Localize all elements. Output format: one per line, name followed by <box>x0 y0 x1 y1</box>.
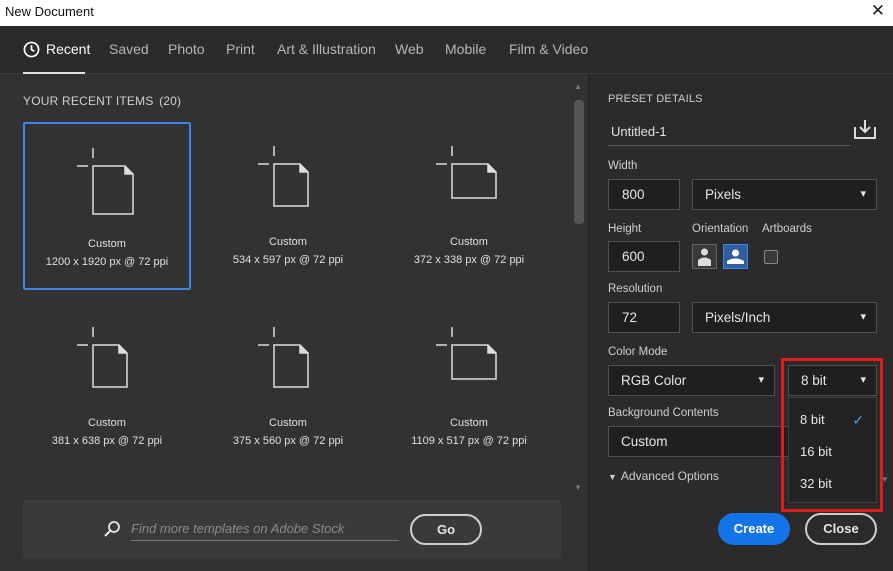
chevron-down-icon: ▾ <box>860 374 866 386</box>
portrait-document-icon <box>77 148 134 215</box>
recent-item-card[interactable]: Custom 534 x 597 px @ 72 ppi <box>204 122 372 290</box>
window-title: New Document <box>5 4 94 19</box>
artboards-label: Artboards <box>762 223 812 235</box>
height-label: Height <box>608 223 642 235</box>
tab-print[interactable]: Print <box>226 41 255 57</box>
portrait-document-icon <box>258 327 309 388</box>
bit-depth-option-label: 16 bit <box>800 444 832 459</box>
portrait-orientation-button[interactable] <box>692 244 717 269</box>
portrait-person-icon <box>698 248 711 266</box>
bit-depth-value: 8 bit <box>801 373 827 388</box>
width-unit-dropdown[interactable]: Pixels ▾ <box>692 179 877 210</box>
tab-recent[interactable]: Recent <box>46 41 90 57</box>
color-mode-dropdown[interactable]: RGB Color ▾ <box>608 365 775 396</box>
tab-web[interactable]: Web <box>395 41 424 57</box>
recent-item-dimensions: 375 x 560 px @ 72 ppi <box>232 435 344 447</box>
bit-depth-dropdown[interactable]: 8 bit ▾ <box>788 365 877 396</box>
bit-depth-option-label: 8 bit <box>800 412 825 427</box>
landscape-person-icon <box>727 249 744 264</box>
advanced-options-label: Advanced Options <box>620 469 719 483</box>
recent-items-panel: YOUR RECENT ITEMS (20) Custom 1200 x 192… <box>0 74 588 571</box>
preset-details-heading: PRESET DETAILS <box>608 93 703 105</box>
recent-item-card[interactable]: Custom 1109 x 517 px @ 72 ppi <box>385 303 553 471</box>
landscape-orientation-button[interactable] <box>723 244 748 269</box>
recent-item-dimensions: 534 x 597 px @ 72 ppi <box>232 254 344 266</box>
recent-item-dimensions: 1200 x 1920 px @ 72 ppi <box>45 256 169 268</box>
stock-search-bar: Go <box>23 500 561 558</box>
recent-item-name: Custom <box>450 236 488 248</box>
landscape-document-icon <box>436 146 497 199</box>
chevron-down-icon: ▾ <box>860 188 866 200</box>
orientation-label: Orientation <box>692 223 749 235</box>
scroll-thumb[interactable] <box>574 100 584 224</box>
bit-depth-menu: 8 bit ✓ 16 bit 32 bit <box>788 397 877 503</box>
recent-item-name: Custom <box>450 417 488 429</box>
recent-items-title: YOUR RECENT ITEMS <box>23 94 154 108</box>
background-contents-value: Custom <box>621 434 668 449</box>
color-mode-label: Color Mode <box>608 346 668 358</box>
chevron-down-icon: ▾ <box>758 374 764 386</box>
chevron-down-icon: ▾ <box>860 311 866 323</box>
tab-photo[interactable]: Photo <box>168 41 205 57</box>
recent-item-card[interactable]: Custom 381 x 638 px @ 72 ppi <box>23 303 191 471</box>
portrait-document-icon <box>258 146 309 207</box>
recent-items-heading: YOUR RECENT ITEMS (20) <box>23 94 181 108</box>
recent-item-name: Custom <box>269 236 307 248</box>
window-titlebar: New Document ✕ <box>0 0 893 26</box>
tab-film-video[interactable]: Film & Video <box>509 41 588 57</box>
recent-item-card[interactable]: Custom 372 x 338 px @ 72 ppi <box>385 122 553 290</box>
recent-item-name: Custom <box>88 238 126 250</box>
bit-depth-option-8[interactable]: 8 bit ✓ <box>789 405 876 435</box>
checkmark-icon: ✓ <box>852 412 864 428</box>
recent-item-dimensions: 381 x 638 px @ 72 ppi <box>51 435 163 447</box>
scroll-down-icon[interactable]: ▼ <box>574 483 582 492</box>
resolution-unit-dropdown[interactable]: Pixels/Inch ▾ <box>692 302 877 333</box>
chevron-down-icon: ▼ <box>608 472 617 482</box>
advanced-options-toggle[interactable]: ▼ Advanced Options <box>608 469 719 483</box>
landscape-document-icon <box>436 327 497 380</box>
document-name-field[interactable]: Untitled-1 <box>608 118 850 146</box>
go-button[interactable]: Go <box>410 514 482 545</box>
recent-item-dimensions: 1109 x 517 px @ 72 ppi <box>411 435 527 447</box>
portrait-document-icon <box>77 327 128 388</box>
recent-item-card[interactable]: Custom 1200 x 1920 px @ 72 ppi <box>23 122 191 290</box>
bit-depth-option-16[interactable]: 16 bit <box>789 437 876 467</box>
recent-item-card[interactable]: Custom 375 x 560 px @ 72 ppi <box>204 303 372 471</box>
color-mode-value: RGB Color <box>621 373 687 388</box>
recent-items-count: (20) <box>159 94 182 108</box>
resolution-unit-value: Pixels/Inch <box>705 310 771 325</box>
tab-mobile[interactable]: Mobile <box>445 41 486 57</box>
resolution-input[interactable]: 72 <box>608 302 680 333</box>
clock-icon <box>23 41 40 58</box>
close-button[interactable]: Close <box>805 513 877 545</box>
scroll-up-icon[interactable]: ▲ <box>574 82 582 91</box>
scroll-down-icon[interactable]: ▼ <box>881 475 889 484</box>
stock-search-input[interactable] <box>131 517 399 541</box>
artboards-checkbox[interactable] <box>764 250 778 264</box>
bit-depth-option-32[interactable]: 32 bit <box>789 469 876 499</box>
recent-items-scrollbar[interactable]: ▲ ▼ <box>572 82 586 492</box>
tab-saved[interactable]: Saved <box>109 41 149 57</box>
resolution-label: Resolution <box>608 283 663 295</box>
height-input[interactable]: 600 <box>608 241 680 272</box>
recent-item-dimensions: 372 x 338 px @ 72 ppi <box>413 254 525 266</box>
recent-item-name: Custom <box>269 417 307 429</box>
recent-item-name: Custom <box>88 417 126 429</box>
background-contents-label: Background Contents <box>608 407 719 419</box>
search-icon <box>104 521 120 537</box>
window-close-icon[interactable]: ✕ <box>871 1 885 21</box>
save-preset-icon[interactable] <box>853 118 877 140</box>
bit-depth-option-label: 32 bit <box>800 476 832 491</box>
width-input[interactable]: 800 <box>608 179 680 210</box>
category-tabs: Recent Saved Photo Print Art & Illustrat… <box>0 26 893 74</box>
width-unit-value: Pixels <box>705 187 742 202</box>
create-button[interactable]: Create <box>718 513 790 545</box>
tab-art-illustration[interactable]: Art & Illustration <box>277 41 376 57</box>
width-label: Width <box>608 160 638 172</box>
